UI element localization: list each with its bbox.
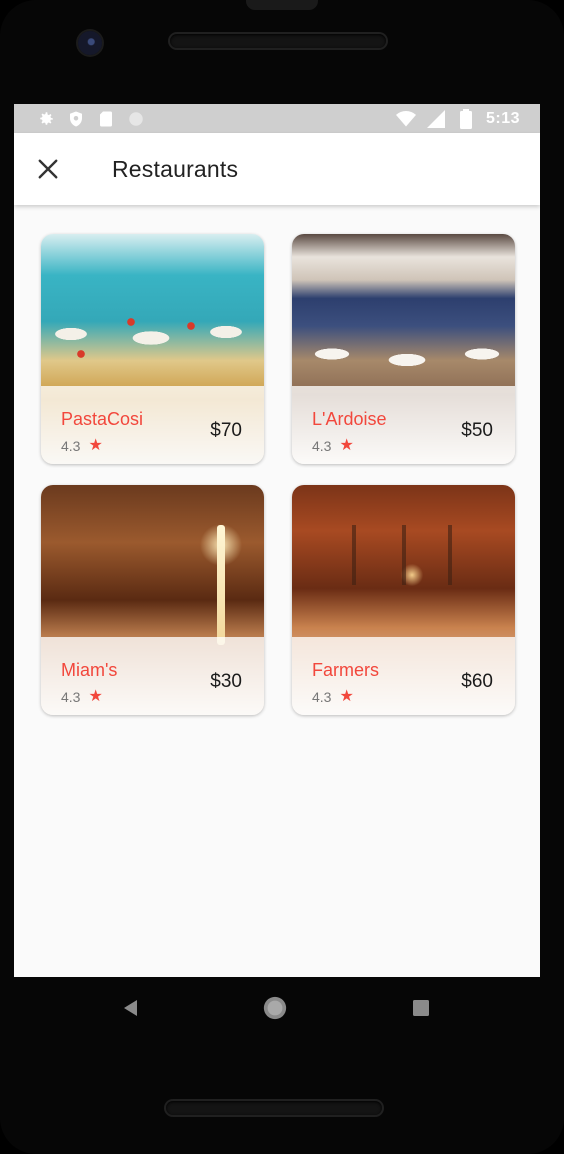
rating-value: 4.3 bbox=[61, 689, 81, 705]
status-time: 5:13 bbox=[485, 109, 520, 127]
circle-icon bbox=[126, 109, 146, 129]
star-icon: ★ bbox=[339, 437, 354, 454]
system-nav-bar bbox=[0, 977, 564, 1039]
star-icon: ★ bbox=[339, 688, 354, 705]
battery-icon bbox=[456, 108, 476, 129]
recents-icon bbox=[413, 1000, 429, 1016]
restaurant-name: PastaCosi bbox=[61, 409, 144, 429]
rating-value: 4.3 bbox=[312, 689, 332, 705]
app-bar: Restaurants bbox=[14, 133, 540, 205]
restaurant-card[interactable]: L'Ardoise 4.3 ★ $50 bbox=[292, 234, 515, 464]
restaurant-rating: 4.3 ★ bbox=[312, 437, 354, 455]
home-button[interactable] bbox=[262, 995, 288, 1021]
back-icon bbox=[124, 1000, 137, 1016]
rating-value: 4.3 bbox=[61, 438, 81, 454]
restaurant-price: $70 bbox=[210, 420, 242, 441]
screen: 5:13 Restaurants PastaCosi 4.3 ★ $70 L'A… bbox=[14, 104, 540, 977]
restaurant-card[interactable]: PastaCosi 4.3 ★ $70 bbox=[41, 234, 264, 464]
restaurant-card[interactable]: Miam's 4.3 ★ $30 bbox=[41, 485, 264, 715]
phone-device: 5:13 Restaurants PastaCosi 4.3 ★ $70 L'A… bbox=[0, 0, 564, 1154]
star-icon: ★ bbox=[88, 688, 103, 705]
close-icon bbox=[38, 159, 58, 179]
restaurant-rating: 4.3 ★ bbox=[61, 688, 103, 706]
bottom-speaker bbox=[166, 1101, 382, 1115]
wifi-icon bbox=[395, 109, 416, 129]
restaurant-price: $30 bbox=[210, 671, 242, 692]
rating-value: 4.3 bbox=[312, 438, 332, 454]
star-icon: ★ bbox=[88, 437, 103, 454]
restaurant-price: $50 bbox=[461, 420, 493, 441]
home-icon bbox=[263, 996, 287, 1020]
front-camera bbox=[78, 31, 102, 55]
recents-button[interactable] bbox=[408, 995, 434, 1021]
gear-icon bbox=[36, 109, 56, 129]
restaurant-name: Miam's bbox=[61, 660, 118, 680]
restaurant-rating: 4.3 ★ bbox=[312, 688, 354, 706]
restaurant-name: L'Ardoise bbox=[312, 409, 387, 429]
restaurant-card[interactable]: Farmers 4.3 ★ $60 bbox=[292, 485, 515, 715]
back-button[interactable] bbox=[118, 995, 144, 1021]
earpiece-speaker bbox=[170, 34, 386, 48]
close-button[interactable] bbox=[20, 141, 76, 197]
shield-icon bbox=[66, 109, 86, 129]
signal-icon bbox=[426, 109, 446, 129]
restaurant-rating: 4.3 ★ bbox=[61, 437, 103, 455]
sd-card-icon bbox=[96, 109, 116, 129]
restaurant-name: Farmers bbox=[312, 660, 379, 680]
page-title: Restaurants bbox=[112, 155, 239, 182]
restaurant-price: $60 bbox=[461, 671, 493, 692]
status-bar: 5:13 bbox=[14, 104, 540, 133]
